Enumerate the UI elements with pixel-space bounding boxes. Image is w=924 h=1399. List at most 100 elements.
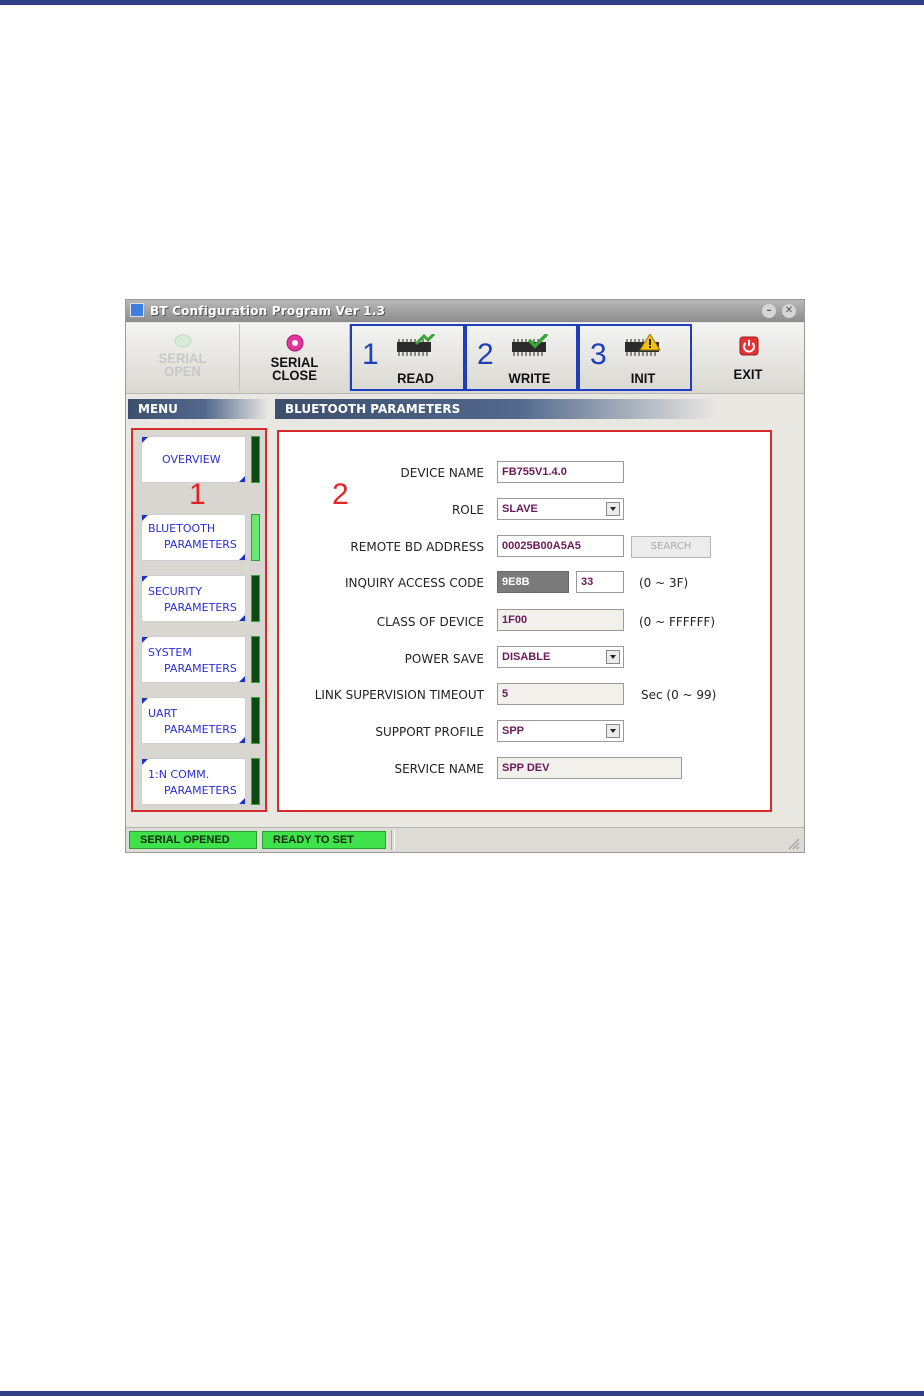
support-profile-label: SUPPORT PROFILE <box>375 725 484 739</box>
menu-item-label: SYSTEM <box>148 646 192 659</box>
read-label: READ <box>397 370 434 387</box>
serial-close-icon <box>286 334 304 352</box>
serial-close-button[interactable]: SERIAL CLOSE <box>240 324 350 391</box>
menu-indicator-led <box>251 636 260 683</box>
menu-item-uart-parameters[interactable]: UART PARAMETERS <box>141 697 246 744</box>
menu-item-label: BLUETOOTH <box>148 522 216 535</box>
chevron-down-icon[interactable] <box>606 724 620 738</box>
title-bar: BT Configuration Program Ver 1.3 – ✕ <box>126 300 804 322</box>
ready-status-badge: READY TO SET <box>262 831 386 849</box>
init-label: INIT <box>630 370 656 387</box>
power-save-label: POWER SAVE <box>404 652 484 666</box>
corner-marker-icon <box>239 737 245 743</box>
exit-label: EXIT <box>733 366 763 383</box>
menu-item-label: OVERVIEW <box>162 453 221 466</box>
serial-open-label-line2: OPEN <box>164 363 201 380</box>
app-window: BT Configuration Program Ver 1.3 – ✕ SER… <box>125 299 805 853</box>
remote-bd-address-field[interactable]: 00025B00A5A5 <box>497 535 624 557</box>
init-chip-icon <box>625 334 661 356</box>
role-label: ROLE <box>451 503 484 517</box>
menu-item-1n-comm-parameters[interactable]: 1:N COMM. PARAMETERS <box>141 758 246 805</box>
menu-item-security-parameters[interactable]: SECURITY PARAMETERS <box>141 575 246 622</box>
service-name-field[interactable]: SPP DEV <box>497 757 682 779</box>
bluetooth-parameters-panel: 2 DEVICE NAME FB755V1.4.0 ROLE SLAVE REM… <box>277 430 772 812</box>
remote-bd-address-label: REMOTE BD ADDRESS <box>350 540 484 554</box>
read-button[interactable]: 1 READ <box>350 324 465 391</box>
minimize-icon[interactable]: – <box>762 304 776 318</box>
menu-header: MENU <box>128 399 268 419</box>
close-icon[interactable]: ✕ <box>782 304 796 318</box>
device-name-label: DEVICE NAME <box>400 466 484 480</box>
init-step-number: 3 <box>590 338 607 371</box>
page-top-rule <box>0 0 924 5</box>
menu-indicator-led <box>251 758 260 805</box>
service-name-label: SERVICE NAME <box>394 762 484 776</box>
exit-button[interactable]: EXIT <box>692 324 804 391</box>
menu-item-label: PARAMETERS <box>164 662 237 675</box>
serial-status-badge: SERIAL OPENED <box>129 831 257 849</box>
menu-item-label: UART <box>148 707 178 720</box>
write-step-number: 2 <box>477 338 494 371</box>
write-label: WRITE <box>508 370 551 387</box>
menu-item-bluetooth-parameters[interactable]: BLUETOOTH PARAMETERS <box>141 514 246 561</box>
page-bottom-rule <box>0 1391 924 1396</box>
link-supervision-timeout-field[interactable]: 5 <box>497 683 624 705</box>
panel-header: BLUETOOTH PARAMETERS <box>275 399 715 419</box>
corner-marker-icon <box>239 615 245 621</box>
class-of-device-field[interactable]: 1F00 <box>497 609 624 631</box>
timeout-range-hint: Sec (0 ~ 99) <box>641 688 717 702</box>
corner-marker-icon <box>239 676 245 682</box>
power-icon <box>739 336 759 356</box>
corner-marker-icon <box>142 437 148 443</box>
inquiry-access-code-field: 9E8B <box>497 571 569 593</box>
chevron-down-icon[interactable] <box>606 650 620 664</box>
status-divider <box>391 830 395 850</box>
inquiry-access-code-label: INQUIRY ACCESS CODE <box>344 576 484 590</box>
class-of-device-label: CLASS OF DEVICE <box>376 615 484 629</box>
menu-item-system-parameters[interactable]: SYSTEM PARAMETERS <box>141 636 246 683</box>
toolbar: SERIAL OPEN SERIAL CLOSE 1 READ 2 WRITE … <box>126 323 804 394</box>
read-chip-icon <box>397 334 436 356</box>
link-supervision-timeout-label: LINK SUPERVISION TIMEOUT <box>314 688 484 702</box>
write-button[interactable]: 2 WRITE <box>465 324 578 391</box>
role-value: SLAVE <box>502 503 538 515</box>
corner-marker-icon <box>142 637 148 643</box>
support-profile-select[interactable]: SPP <box>497 720 624 742</box>
app-icon <box>130 303 144 317</box>
corner-marker-icon <box>239 554 245 560</box>
corner-marker-icon <box>142 698 148 704</box>
corner-marker-icon <box>142 576 148 582</box>
serial-open-button[interactable]: SERIAL OPEN <box>126 324 240 391</box>
menu-indicator-led <box>251 575 260 622</box>
corner-marker-icon <box>142 759 148 765</box>
menu-item-label: PARAMETERS <box>164 538 237 551</box>
device-name-field[interactable]: FB755V1.4.0 <box>497 461 624 483</box>
chevron-down-icon[interactable] <box>606 502 620 516</box>
serial-close-label-line2: CLOSE <box>272 367 317 384</box>
power-save-value: DISABLE <box>502 651 551 663</box>
inquiry-access-code-suffix-field[interactable]: 33 <box>576 571 624 593</box>
menu-item-label: PARAMETERS <box>164 601 237 614</box>
serial-open-icon <box>174 334 192 348</box>
corner-marker-icon <box>239 798 245 804</box>
menu-item-label: PARAMETERS <box>164 784 237 797</box>
power-save-select[interactable]: DISABLE <box>497 646 624 668</box>
role-select[interactable]: SLAVE <box>497 498 624 520</box>
support-profile-value: SPP <box>502 725 525 737</box>
menu-indicator-led <box>251 697 260 744</box>
menu-item-label: PARAMETERS <box>164 723 237 736</box>
window-title: BT Configuration Program Ver 1.3 <box>150 304 386 318</box>
menu-indicator-led <box>251 436 260 483</box>
search-button[interactable]: SEARCH <box>631 536 711 558</box>
class-of-device-range-hint: (0 ~ FFFFFF) <box>639 615 716 629</box>
status-bar: SERIAL OPENED READY TO SET <box>126 827 804 852</box>
resize-grip-icon[interactable] <box>786 836 800 850</box>
read-step-number: 1 <box>362 338 379 371</box>
menu-item-label: SECURITY <box>148 585 202 598</box>
corner-marker-icon <box>239 476 245 482</box>
side-menu: 1 OVERVIEW BLUETOOTH PARAMETERS SECURITY… <box>131 428 267 812</box>
init-button[interactable]: 3 INIT <box>578 324 692 391</box>
menu-item-label: 1:N COMM. <box>148 768 210 781</box>
panel-annotation-number: 2 <box>332 478 349 511</box>
menu-item-overview[interactable]: OVERVIEW <box>141 436 246 483</box>
